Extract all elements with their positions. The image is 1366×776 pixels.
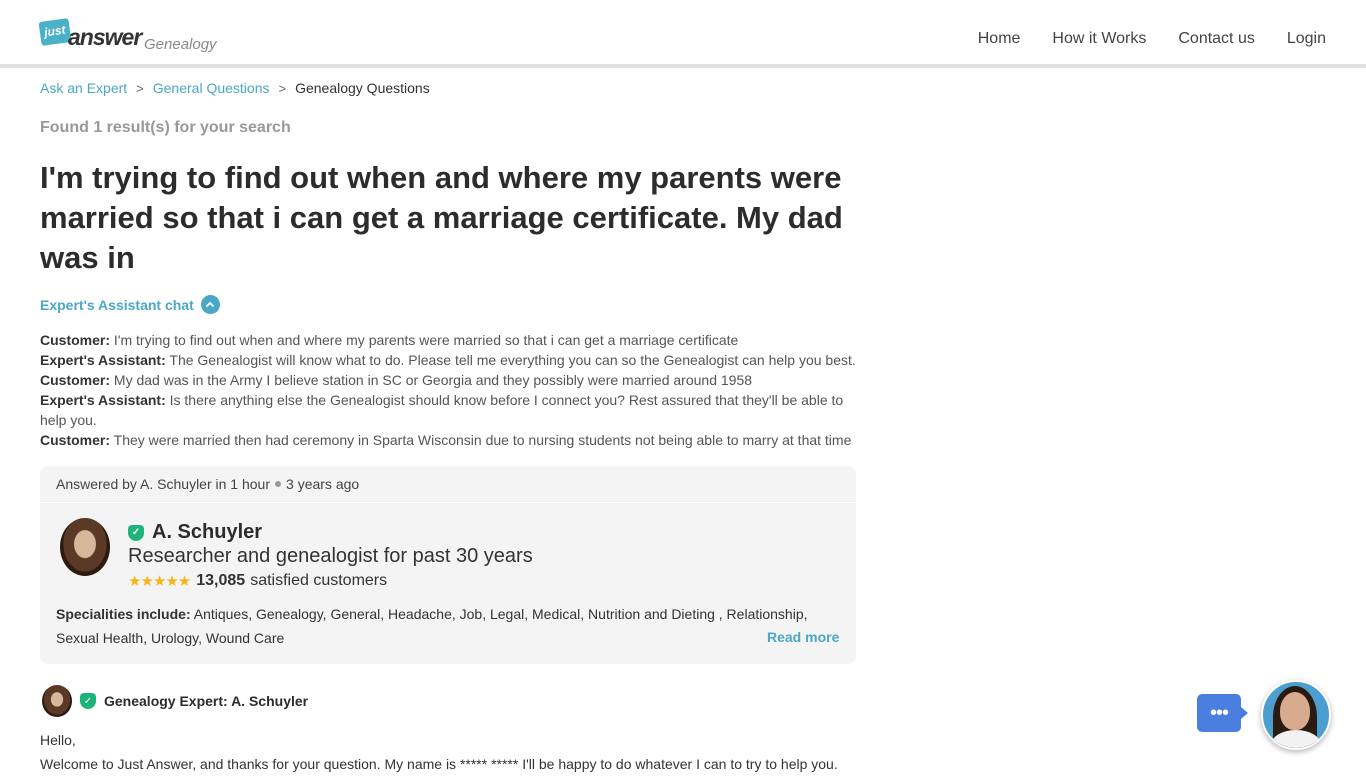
assistant-chat-label: Expert's Assistant chat	[40, 296, 194, 313]
nav-login[interactable]: Login	[1287, 30, 1326, 48]
chat-text: The Genealogist will know what to do. Pl…	[165, 352, 856, 368]
chat-message: Customer: They were married then had cer…	[40, 430, 860, 450]
post-line: Hello,	[40, 732, 76, 748]
verified-shield-icon: ✓	[80, 693, 96, 709]
expert-avatar[interactable]	[60, 518, 110, 576]
nav-home[interactable]: Home	[978, 30, 1021, 48]
specialities-label: Specialities include:	[56, 606, 191, 622]
main-nav: Home How it Works Contact us Login	[978, 30, 1326, 48]
bullet-dot-icon	[275, 481, 282, 487]
assistant-chat-transcript: Customer: I'm trying to find out when an…	[40, 330, 860, 450]
expert-avatar-small	[42, 685, 72, 717]
question-title: I'm trying to find out when and where my…	[40, 160, 843, 275]
search-results-count: Found 1 result(s) for your search	[40, 119, 291, 136]
expert-post-body: Hello, Welcome to Just Answer, and thank…	[40, 728, 870, 776]
open-chat-button[interactable]: •••	[1197, 694, 1248, 732]
chat-speaker: Customer:	[40, 332, 111, 348]
post-author: Genealogy Expert: A. Schuyler	[104, 693, 309, 709]
answered-by-line: Answered by A. Schuyler in 1 hour 3 year…	[56, 476, 359, 492]
post-line: Welcome to Just Answer, and thanks for y…	[40, 756, 838, 772]
logo-just-badge: just	[38, 18, 72, 46]
chat-speaker: Expert's Assistant:	[40, 352, 166, 368]
customer-label: satisfied customers	[250, 572, 388, 589]
breadcrumb-current: Genealogy Questions	[295, 80, 430, 96]
chat-assistant-avatar[interactable]	[1261, 680, 1331, 750]
ellipsis-icon: •••	[1209, 701, 1229, 724]
expert-post-header: ✓ Genealogy Expert: A. Schuyler	[42, 685, 308, 717]
chat-text: My dad was in the Army I believe station…	[110, 372, 753, 388]
chat-message: Customer: My dad was in the Army I belie…	[40, 370, 860, 390]
breadcrumb-separator: >	[278, 80, 287, 96]
breadcrumb-ask-an-expert[interactable]: Ask an Expert	[40, 80, 127, 96]
logo-answer-text: answer	[68, 24, 142, 50]
answered-by-text: Answered by A. Schuyler in 1 hour	[56, 476, 271, 492]
chevron-up-icon[interactable]	[200, 295, 220, 314]
chat-message: Expert's Assistant: Is there anything el…	[40, 390, 860, 430]
chat-message: Customer: I'm trying to find out when an…	[40, 330, 860, 350]
chat-speaker: Customer:	[40, 372, 111, 388]
breadcrumb-general-questions[interactable]: General Questions	[153, 80, 270, 96]
specialities: Specialities include: Antiques, Genealog…	[56, 602, 826, 650]
expert-tagline: Researcher and genealogist for past 30 y…	[128, 545, 533, 567]
logo-category: Genealogy	[144, 36, 217, 53]
expert-rating: ★★★★★ 13,085 satisfied customers	[128, 572, 387, 590]
chat-speaker: Customer:	[40, 432, 111, 448]
expert-name-row: ✓ A. Schuyler	[128, 521, 262, 544]
star-rating-icon: ★★★★★	[128, 573, 191, 590]
breadcrumb: Ask an Expert > General Questions > Gene…	[40, 80, 430, 96]
answer-time-ago: 3 years ago	[286, 476, 360, 492]
expert-name[interactable]: A. Schuyler	[152, 521, 262, 544]
site-header: just answer Genealogy Home How it Works …	[0, 0, 1366, 68]
verified-shield-icon: ✓	[128, 524, 144, 541]
chat-message: Expert's Assistant: The Genealogist will…	[40, 350, 860, 370]
expert-answer-card: Answered by A. Schuyler in 1 hour 3 year…	[40, 466, 856, 664]
nav-contact-us[interactable]: Contact us	[1178, 30, 1254, 48]
chat-text: They were married then had ceremony in S…	[110, 432, 852, 448]
customer-count: 13,085	[196, 572, 246, 589]
read-more-link[interactable]: Read more	[767, 629, 839, 645]
nav-how-it-works[interactable]: How it Works	[1052, 30, 1146, 48]
divider	[40, 502, 856, 503]
breadcrumb-separator: >	[136, 80, 144, 96]
assistant-chat-toggle[interactable]: Expert's Assistant chat	[40, 295, 220, 314]
chat-text: I'm trying to find out when and where my…	[110, 332, 739, 348]
avatar-face	[1280, 692, 1310, 730]
chat-speaker: Expert's Assistant:	[40, 392, 166, 408]
